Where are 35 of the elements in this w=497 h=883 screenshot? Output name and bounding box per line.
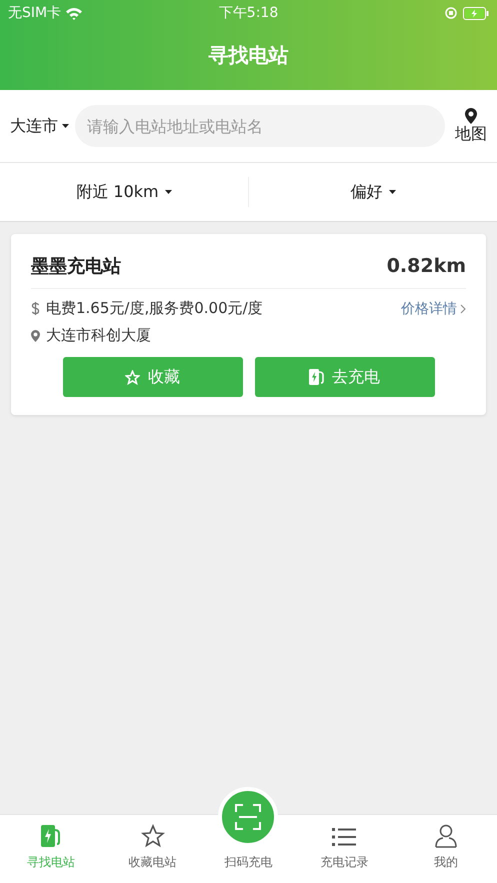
charger-icon xyxy=(40,824,62,848)
caret-icon xyxy=(388,190,396,194)
carrier-text: 无SIM卡 xyxy=(8,4,62,22)
price-text: 电费1.65元/度,服务费0.00元/度 xyxy=(46,299,264,318)
time-text: 下午5:18 xyxy=(218,4,278,22)
tab-item[interactable]: 充电记录 xyxy=(293,815,396,883)
search-field[interactable]: 请输入电站地址或电站名 xyxy=(75,105,445,147)
charger-icon xyxy=(309,369,324,385)
filter-dropdown[interactable]: 附近 10km xyxy=(0,180,248,204)
location-pin-icon xyxy=(465,108,477,124)
location-pin-icon xyxy=(31,330,40,342)
scan-icon xyxy=(235,804,262,830)
price-details-link[interactable]: 价格详情 xyxy=(401,300,466,318)
map-button[interactable]: 地图 xyxy=(451,108,487,144)
battery-icon xyxy=(463,6,490,20)
page-title: 寻找电站 xyxy=(208,42,290,68)
wifi-icon xyxy=(65,6,84,20)
star-icon xyxy=(140,824,165,848)
address-text: 大连市科创大厦 xyxy=(46,326,151,345)
star-icon xyxy=(125,370,140,384)
caret-icon xyxy=(62,124,69,128)
tab-item[interactable]: 我的 xyxy=(395,815,497,883)
station-card[interactable]: 墨墨充电站 0.82km 电费1.65元/度,服务费0.00元/度 价格详情 大连市科创大厦 收藏 去充电 xyxy=(11,234,486,415)
tab-item[interactable]: 扫码充电 xyxy=(204,815,294,883)
chevron-right-icon xyxy=(460,304,466,314)
city-selector[interactable]: 大连市 xyxy=(10,116,69,136)
station-name: 墨墨充电站 xyxy=(31,255,121,278)
dollar-icon xyxy=(31,302,40,315)
list-icon xyxy=(332,826,356,848)
orientation-lock-icon xyxy=(445,7,458,19)
filter-dropdown[interactable]: 偏好 xyxy=(249,180,497,204)
distance-text: 0.82km xyxy=(386,255,466,277)
tab-item[interactable]: 收藏电站 xyxy=(102,815,204,883)
person-icon xyxy=(435,824,458,848)
caret-icon xyxy=(164,190,172,194)
